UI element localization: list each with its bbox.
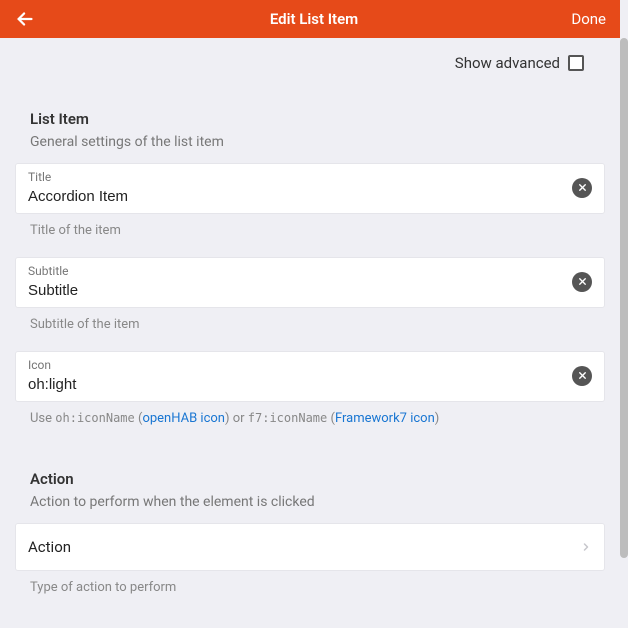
back-button[interactable] bbox=[10, 4, 40, 34]
section-heading-action: Action bbox=[16, 470, 604, 488]
title-field-card: Title bbox=[16, 164, 604, 213]
title-field-label: Title bbox=[28, 170, 572, 184]
framework7-icon-link[interactable]: Framework7 icon bbox=[335, 411, 435, 426]
icon-clear-button[interactable] bbox=[572, 366, 592, 386]
icon-input[interactable] bbox=[28, 376, 572, 393]
section-desc-list-item: General settings of the list item bbox=[16, 134, 604, 150]
icon-helper: Use oh:iconName (openHAB icon) or f7:ico… bbox=[16, 401, 604, 426]
action-select[interactable]: Action bbox=[16, 524, 604, 570]
done-button[interactable]: Done bbox=[571, 10, 606, 28]
openhab-icon-link[interactable]: openHAB icon bbox=[142, 411, 225, 426]
icon-field-card: Icon bbox=[16, 352, 604, 401]
close-icon bbox=[577, 276, 588, 287]
subtitle-helper: Subtitle of the item bbox=[16, 307, 604, 332]
subtitle-field-label: Subtitle bbox=[28, 264, 572, 278]
show-advanced-checkbox[interactable] bbox=[568, 55, 584, 71]
title-clear-button[interactable] bbox=[572, 178, 592, 198]
show-advanced-row: Show advanced bbox=[0, 38, 620, 76]
title-input[interactable] bbox=[28, 188, 572, 205]
page-title: Edit List Item bbox=[270, 10, 358, 28]
action-select-label: Action bbox=[28, 538, 71, 556]
action-helper: Type of action to perform bbox=[16, 570, 604, 595]
icon-field-label: Icon bbox=[28, 358, 572, 372]
title-helper: Title of the item bbox=[16, 213, 604, 238]
section-desc-action: Action to perform when the element is cl… bbox=[16, 494, 604, 510]
scrollbar[interactable] bbox=[620, 38, 628, 558]
subtitle-field-card: Subtitle bbox=[16, 258, 604, 307]
subtitle-clear-button[interactable] bbox=[572, 272, 592, 292]
close-icon bbox=[577, 370, 588, 381]
subtitle-input[interactable] bbox=[28, 282, 572, 299]
show-advanced-label: Show advanced bbox=[455, 54, 560, 72]
header: Edit List Item Done bbox=[0, 0, 620, 38]
section-heading-list-item: List Item bbox=[16, 110, 604, 128]
close-icon bbox=[577, 182, 588, 193]
chevron-right-icon bbox=[580, 541, 592, 553]
arrow-left-icon bbox=[14, 8, 36, 30]
